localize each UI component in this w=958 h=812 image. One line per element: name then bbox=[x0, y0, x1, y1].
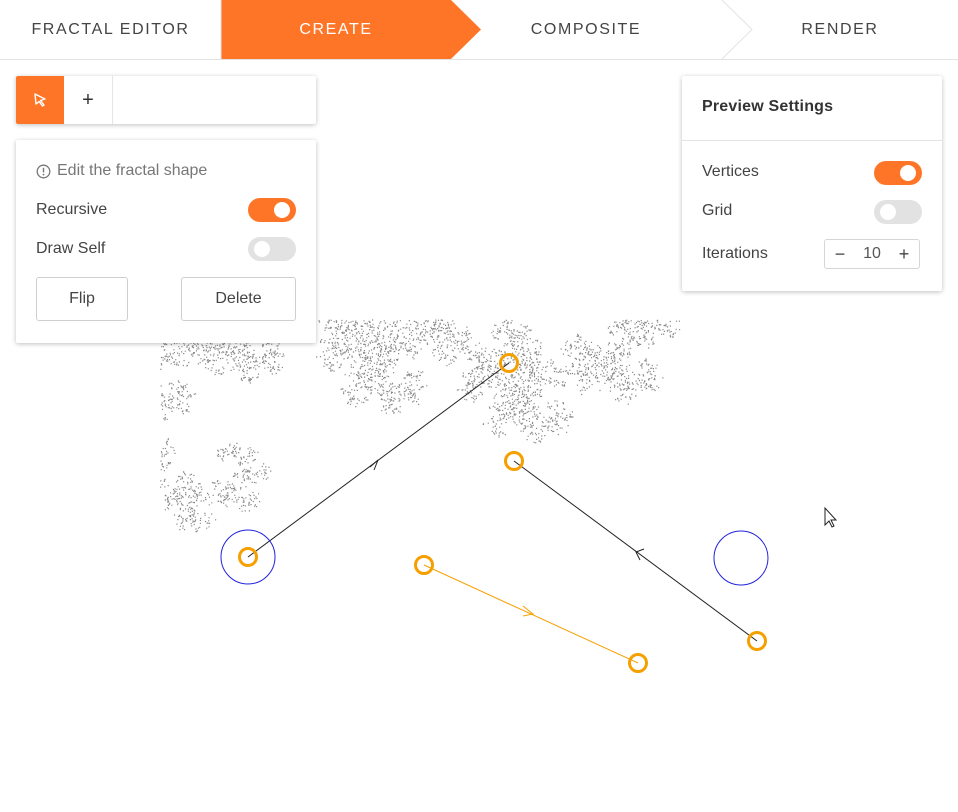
mouse-pointer-icon bbox=[824, 506, 838, 528]
cursor-arrow-icon bbox=[34, 93, 46, 107]
fractal-point-cloud bbox=[160, 319, 681, 533]
tab-composite[interactable]: COMPOSITE bbox=[481, 0, 691, 59]
preview-settings-title: Preview Settings bbox=[702, 98, 834, 115]
select-tool-button[interactable] bbox=[16, 76, 64, 124]
iterations-stepper: − 10 + bbox=[824, 239, 920, 269]
preview-divider bbox=[682, 140, 942, 141]
fractal-render bbox=[160, 319, 681, 533]
preview-settings-panel: Preview Settings Vertices Grid Iteration… bbox=[682, 76, 942, 291]
delete-button[interactable]: Delete bbox=[181, 277, 296, 321]
flip-button[interactable]: Flip bbox=[36, 277, 128, 321]
grid-label: Grid bbox=[702, 202, 733, 219]
tab-render[interactable]: RENDER bbox=[752, 0, 928, 59]
vertices-toggle[interactable] bbox=[874, 161, 922, 185]
recursive-toggle[interactable] bbox=[248, 198, 296, 222]
anchor-circle-end[interactable] bbox=[713, 530, 769, 586]
draw-self-label: Draw Self bbox=[36, 240, 106, 257]
iterations-value[interactable]: 10 bbox=[855, 240, 889, 268]
tab-fractal-editor[interactable]: FRACTAL EDITOR bbox=[0, 0, 221, 59]
top-nav: FRACTAL EDITOR CREATE COMPOSITE RENDER bbox=[0, 0, 958, 60]
draw-self-toggle[interactable] bbox=[248, 237, 296, 261]
grid-toggle[interactable] bbox=[874, 200, 922, 224]
recursive-label: Recursive bbox=[36, 201, 108, 218]
vertices-label: Vertices bbox=[702, 163, 759, 180]
edit-panel: Edit the fractal shape Recursive Draw Se… bbox=[16, 140, 316, 343]
iterations-increment-button[interactable]: + bbox=[889, 240, 919, 268]
tab-create[interactable]: CREATE bbox=[221, 0, 451, 59]
info-circle-icon bbox=[36, 164, 51, 178]
segment-line-2[interactable] bbox=[513, 460, 758, 642]
iterations-decrement-button[interactable]: − bbox=[825, 240, 855, 268]
tab-separator-chevron bbox=[721, 0, 753, 59]
segment-line-1[interactable] bbox=[247, 362, 510, 558]
tool-bar: + bbox=[16, 76, 316, 124]
edit-hint-text: Edit the fractal shape bbox=[57, 162, 208, 179]
add-segment-button[interactable]: + bbox=[64, 76, 113, 124]
edit-hint: Edit the fractal shape bbox=[36, 162, 207, 180]
iterations-label: Iterations bbox=[702, 245, 768, 262]
